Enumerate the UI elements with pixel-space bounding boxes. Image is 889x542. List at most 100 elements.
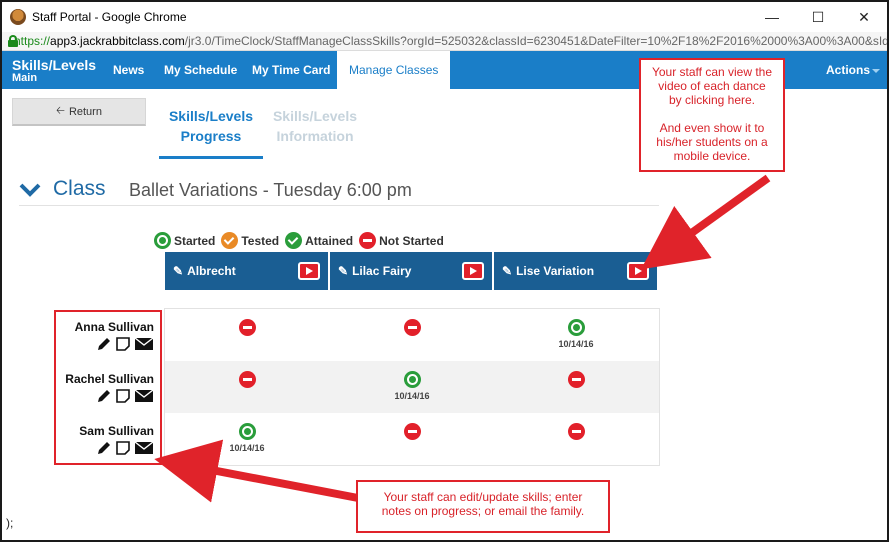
student-row-label: Anna Sullivan xyxy=(54,320,154,352)
tab-label-line2: Progress xyxy=(180,128,242,144)
minimize-icon[interactable]: — xyxy=(749,2,795,32)
status-cell[interactable] xyxy=(330,413,494,465)
skill-name: Lise Variation xyxy=(516,264,595,278)
skill-name: Albrecht xyxy=(187,264,236,278)
status-cell[interactable]: 10/14/16 xyxy=(165,413,329,465)
class-name: Ballet Variations - Tuesday 6:00 pm xyxy=(129,180,412,200)
callout-line: video of each dance xyxy=(658,79,766,93)
student-actions-highlight: Anna Sullivan Rachel Sullivan Sam Sulliv… xyxy=(54,310,162,465)
nav-item-manage-classes[interactable]: Manage Classes xyxy=(337,51,451,89)
attained-icon xyxy=(285,232,303,249)
email-icon[interactable] xyxy=(134,388,154,404)
not-started-icon[interactable] xyxy=(238,319,256,336)
not-started-icon[interactable] xyxy=(403,423,421,440)
title-bar: Staff Portal - Google Chrome — ☐ ✕ xyxy=(2,2,887,32)
status-cell[interactable] xyxy=(494,413,658,465)
status-date: 10/14/16 xyxy=(558,339,594,349)
arrow-left-icon: 🡠 xyxy=(56,105,65,117)
started-icon[interactable] xyxy=(238,423,256,440)
pencil-icon: ✎ xyxy=(502,264,513,278)
tab-label-line1: Skills/Levels xyxy=(272,108,358,124)
class-label: Class xyxy=(53,177,106,200)
not-started-icon[interactable] xyxy=(567,371,585,388)
not-started-icon[interactable] xyxy=(403,319,421,336)
pencil-icon[interactable] xyxy=(96,388,112,404)
note-icon[interactable] xyxy=(115,388,131,404)
table-row: 10/14/16 xyxy=(165,413,659,465)
pencil-icon[interactable] xyxy=(96,440,112,456)
status-cell[interactable] xyxy=(165,361,329,413)
skill-header-lilac-fairy[interactable]: ✎ Lilac Fairy xyxy=(330,252,492,290)
window-controls: — ☐ ✕ xyxy=(749,2,887,32)
tested-icon xyxy=(221,232,239,249)
student-actions xyxy=(54,440,154,456)
tab-label-line2: Information xyxy=(276,128,354,144)
callout-line: Your staff can view the xyxy=(651,65,773,79)
tab-skills-levels-progress[interactable]: Skills/Levels Progress xyxy=(159,106,263,159)
not-started-icon xyxy=(359,232,377,249)
callout-staff-actions-tip: Your staff can edit/update skills; enter… xyxy=(356,480,610,533)
class-section-header: Class Ballet Variations - Tuesday 6:00 p… xyxy=(19,176,659,206)
video-play-icon[interactable] xyxy=(462,262,484,280)
skills-progress-grid: 10/14/16 10/14/16 10/14/16 xyxy=(164,308,660,466)
legend-label: Tested xyxy=(241,233,280,248)
note-icon[interactable] xyxy=(115,440,131,456)
callout-line: Your staff can edit/update skills; enter xyxy=(383,490,583,504)
callout-line: by clicking here. xyxy=(668,93,756,107)
pencil-icon[interactable] xyxy=(96,336,112,352)
email-icon[interactable] xyxy=(134,440,154,456)
jackrabbit-app-icon xyxy=(10,9,26,25)
callout-video-tip: Your staff can view the video of each da… xyxy=(639,58,785,172)
address-bar[interactable]: https:// app3.jackrabbitclass.com /jr3.0… xyxy=(2,32,887,51)
tab-skills-levels-information[interactable]: Skills/Levels Information xyxy=(268,106,362,146)
nav-item-news[interactable]: News xyxy=(113,51,144,89)
brand-subtitle: Main xyxy=(12,72,38,84)
nav-item-my-time-card[interactable]: My Time Card xyxy=(252,51,330,89)
browser-window: Staff Portal - Google Chrome — ☐ ✕ https… xyxy=(0,0,889,542)
started-icon[interactable] xyxy=(403,371,421,388)
url-host: app3.jackrabbitclass.com xyxy=(50,34,185,48)
actions-menu[interactable]: Actions xyxy=(826,51,881,89)
skill-header-lise-variation[interactable]: ✎ Lise Variation xyxy=(494,252,657,290)
status-cell[interactable] xyxy=(330,309,494,361)
callout-line: And even show it to xyxy=(659,121,765,135)
stray-text: ); xyxy=(6,516,14,530)
email-icon[interactable] xyxy=(134,336,154,352)
close-icon[interactable]: ✕ xyxy=(841,2,887,32)
return-button[interactable]: 🡠 Return xyxy=(12,98,146,126)
legend-label: Attained xyxy=(305,233,354,248)
arrow-to-student-actions xyxy=(154,439,359,503)
video-play-icon[interactable] xyxy=(298,262,320,280)
student-row-label: Sam Sullivan xyxy=(54,424,154,456)
url-scheme: https:// xyxy=(14,34,51,48)
started-icon[interactable] xyxy=(567,319,585,336)
student-actions xyxy=(54,388,154,404)
maximize-icon[interactable]: ☐ xyxy=(795,2,841,32)
nav-item-my-schedule[interactable]: My Schedule xyxy=(164,51,237,89)
status-legend: Started Tested Attained Not Started xyxy=(154,232,450,249)
tab-label-line1: Skills/Levels xyxy=(168,108,254,124)
legend-label: Not Started xyxy=(379,233,444,248)
note-icon[interactable] xyxy=(115,336,131,352)
not-started-icon[interactable] xyxy=(567,423,585,440)
chevron-down-icon[interactable] xyxy=(19,182,41,198)
skill-header-albrecht[interactable]: ✎ Albrecht xyxy=(165,252,328,290)
video-play-icon[interactable] xyxy=(627,262,649,280)
status-cell[interactable] xyxy=(165,309,329,361)
student-name: Rachel Sullivan xyxy=(65,372,154,386)
window-title: Staff Portal - Google Chrome xyxy=(32,10,187,24)
status-cell[interactable]: 10/14/16 xyxy=(330,361,494,413)
actions-label: Actions xyxy=(826,63,871,77)
status-date: 10/14/16 xyxy=(229,443,265,453)
status-cell[interactable]: 10/14/16 xyxy=(494,309,658,361)
student-name: Sam Sullivan xyxy=(79,424,154,438)
not-started-icon[interactable] xyxy=(238,371,256,388)
callout-line xyxy=(641,107,783,121)
arrow-to-video-icon xyxy=(641,174,771,270)
legend-label: Started xyxy=(174,233,216,248)
legend-item-not-started: Not Started xyxy=(359,232,444,249)
nav-brand[interactable]: Skills/Levels Main xyxy=(12,58,96,85)
legend-item-tested: Tested xyxy=(221,232,279,249)
callout-line: mobile device. xyxy=(673,149,751,163)
status-cell[interactable] xyxy=(494,361,658,413)
